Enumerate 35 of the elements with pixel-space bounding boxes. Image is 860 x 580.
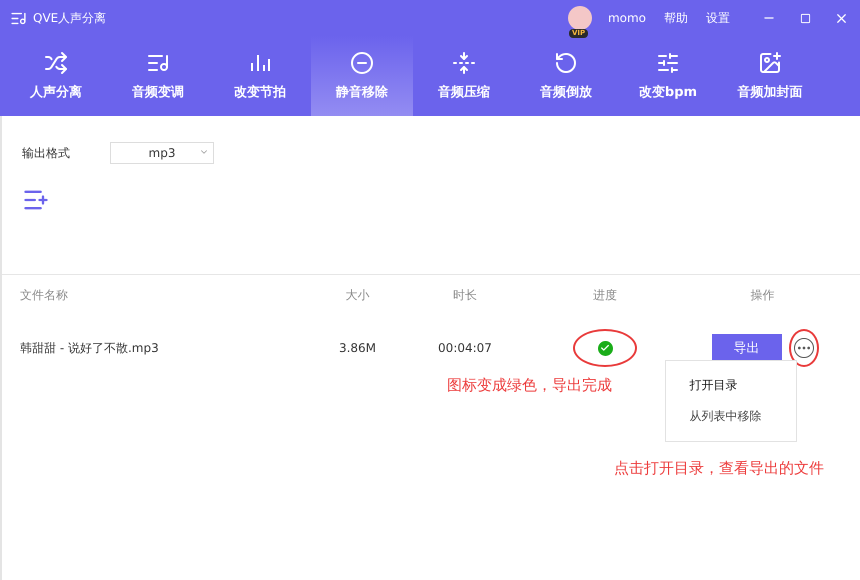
sliders-icon	[656, 51, 680, 75]
menu-link[interactable]: 设置	[706, 10, 730, 26]
image-plus-icon	[758, 51, 782, 75]
column-header: 文件名称	[20, 286, 68, 304]
format-select[interactable]: mp3	[110, 142, 214, 164]
annotation-ellipse	[573, 329, 637, 367]
file-duration: 00:04:07	[438, 341, 492, 355]
menu-item[interactable]: 打开目录	[690, 377, 796, 394]
file-name: 韩甜甜 - 说好了不散.mp3	[20, 340, 159, 356]
export-button[interactable]: 导出	[712, 334, 782, 362]
tool-tab[interactable]: 人声分离	[5, 36, 107, 116]
minus-circle-icon	[350, 51, 374, 75]
shuffle-icon	[44, 51, 68, 75]
column-header: 时长	[453, 286, 477, 304]
tool-tab[interactable]: 改变节拍	[209, 36, 311, 116]
annotation-text: 图标变成绿色，导出完成	[447, 376, 612, 395]
tool-tab[interactable]: 音频加封面	[719, 36, 821, 116]
avatar[interactable]	[568, 6, 592, 30]
tool-tab[interactable]: 改变bpm	[617, 36, 719, 116]
menu-link[interactable]: 帮助	[664, 10, 688, 26]
tool-tab[interactable]: 音频变调	[107, 36, 209, 116]
format-label: 输出格式	[22, 144, 71, 162]
column-header: 操作	[750, 286, 774, 304]
file-size: 3.86M	[338, 341, 376, 355]
tool-tab[interactable]: 音频倒放	[515, 36, 617, 116]
column-header: 大小	[346, 286, 370, 304]
rotate-icon	[554, 51, 578, 75]
user-name[interactable]: momo	[608, 11, 646, 25]
more-icon[interactable]	[794, 338, 814, 358]
compress-icon	[452, 51, 476, 75]
window-title: QVE人声分离	[33, 10, 106, 26]
column-header: 进度	[593, 286, 617, 304]
tool-tab[interactable]: 音频压缩	[413, 36, 515, 116]
menu-item[interactable]: 从列表中移除	[690, 408, 796, 425]
annotation-text: 点击打开目录，查看导出的文件	[614, 459, 824, 478]
